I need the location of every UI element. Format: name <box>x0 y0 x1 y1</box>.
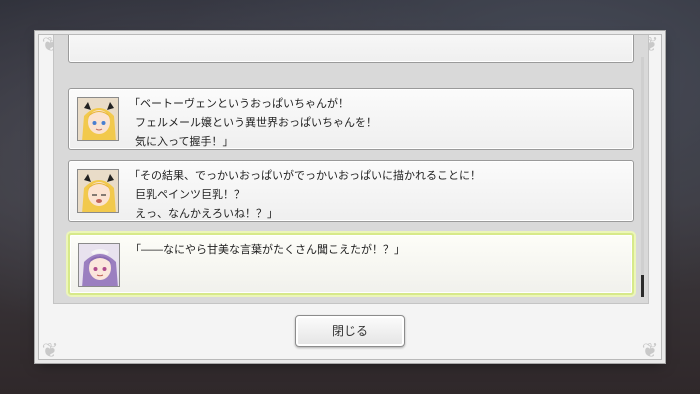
log-scroll-area[interactable]: 「ベートーヴェンというおっぱいちゃんが！ フェルメール嬢という異世界おっぱいちゃ… <box>53 35 649 304</box>
dialog-text: 「――なにやら甘美な言葉がたくさん聞こえたが！？」 <box>130 240 624 259</box>
corner-ornament-icon: ❦ <box>641 338 659 362</box>
log-entry-partial <box>68 35 634 63</box>
dialog-text: 「ベートーヴェンというおっぱいちゃんが！ フェルメール嬢という異世界おっぱいちゃ… <box>129 94 625 151</box>
purple-hair-girl-avatar <box>78 243 120 287</box>
scroll-thumb[interactable] <box>641 275 644 297</box>
dialog-line: えっ、なんかえろいね！？」 <box>135 207 278 220</box>
log-entry-current: 「――なにやら甘美な言葉がたくさん聞こえたが！？」 <box>68 233 634 295</box>
dialog-line: 「――なにやら甘美な言葉がたくさん聞こえたが！？」 <box>130 243 405 256</box>
dialog-line: 巨乳ペインツ巨乳！？ <box>135 188 245 201</box>
dialog-line: 「ベートーヴェンというおっぱいちゃんが！ <box>129 97 349 110</box>
blonde-girl-avatar <box>77 169 119 213</box>
close-button[interactable]: 閉じる <box>295 315 405 347</box>
dialog-text: 「その結果、でっかいおっぱいがでっかいおっぱいに描かれることに！ 巨乳ペインツ巨… <box>129 166 625 223</box>
dialog-line: フェルメール嬢という異世界おっぱいちゃんを！ <box>135 116 377 129</box>
backlog-window: ❦ ❦ ❦ ❦ 「ベートーヴェンというおっぱいちゃんが！ フェルメール嬢という異… <box>38 32 662 362</box>
blonde-girl-avatar <box>77 97 119 141</box>
dialog-line: 「その結果、でっかいおっぱいがでっかいおっぱいに描かれることに！ <box>129 169 481 182</box>
scrollbar[interactable] <box>641 57 644 297</box>
dialog-line: 気に入って握手！」 <box>135 135 234 148</box>
log-entry: 「その結果、でっかいおっぱいがでっかいおっぱいに描かれることに！ 巨乳ペインツ巨… <box>68 160 634 222</box>
corner-ornament-icon: ❦ <box>41 338 59 362</box>
log-entry: 「ベートーヴェンというおっぱいちゃんが！ フェルメール嬢という異世界おっぱいちゃ… <box>68 88 634 150</box>
